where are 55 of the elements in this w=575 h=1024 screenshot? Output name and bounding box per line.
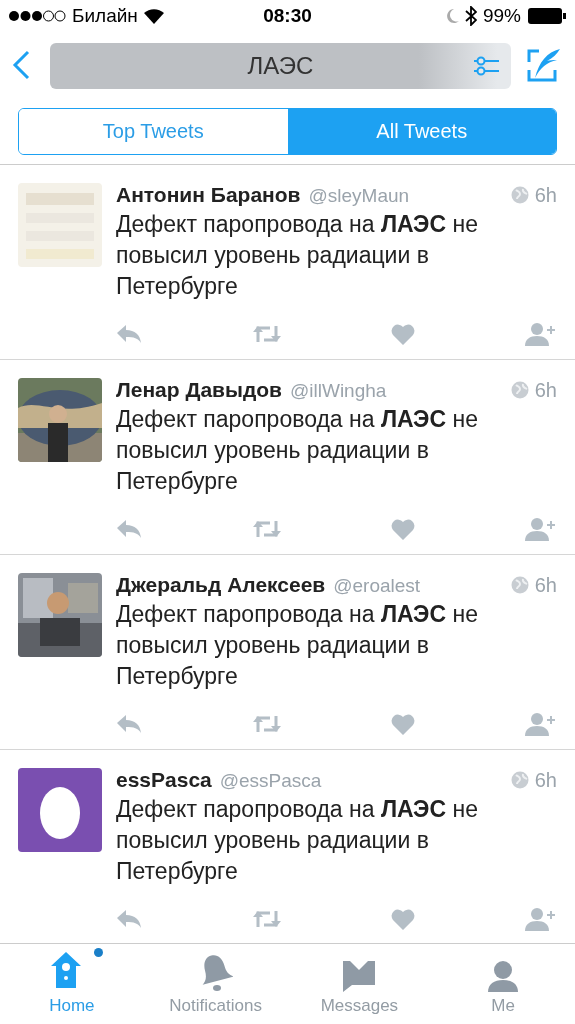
carrier-name: Билайн xyxy=(72,5,138,27)
author-name: essPasca xyxy=(116,768,212,792)
author-handle: @eroalest xyxy=(333,575,422,597)
signal-icon xyxy=(8,10,66,22)
heart-icon[interactable] xyxy=(391,323,416,345)
globe-icon xyxy=(510,186,529,204)
compose-button[interactable] xyxy=(527,47,561,85)
heart-icon[interactable] xyxy=(391,713,416,735)
reply-icon[interactable] xyxy=(116,714,142,734)
retweet-icon[interactable] xyxy=(251,519,282,539)
tweet-text: Дефект паропровода на ЛАЭС не повысил уровень радиации в Петербурге xyxy=(116,210,479,301)
tweet-time: 6h xyxy=(534,573,557,597)
moon-icon xyxy=(445,8,459,24)
filter-icon xyxy=(473,54,499,78)
egg-avatar-icon xyxy=(18,768,102,852)
tab-bar-item[interactable]: Home xyxy=(0,944,144,1022)
wifi-icon xyxy=(143,8,164,24)
follow-icon[interactable] xyxy=(524,712,555,736)
tab[interactable]: All Tweets xyxy=(287,109,556,154)
person-icon xyxy=(487,960,520,992)
author-name: Антонин Баранов xyxy=(116,183,301,207)
heart-icon[interactable] xyxy=(391,518,416,540)
author-handle: @illWingha xyxy=(290,380,388,402)
tab-bar-item[interactable]: Messages xyxy=(287,944,432,1022)
tab-bar-item[interactable]: Notifications xyxy=(143,944,288,1022)
follow-icon[interactable] xyxy=(524,322,555,346)
tweet-text: Дефект паропровода на ЛАЭС не повысил уровень радиации в Петербурге xyxy=(116,405,479,496)
author-handle: @essPasca xyxy=(219,770,323,792)
author-name: Джеральд Алексеев xyxy=(116,573,326,597)
globe-icon xyxy=(510,381,529,399)
tweet-time: 6h xyxy=(534,768,557,792)
tweet-time: 6h xyxy=(534,183,557,207)
globe-icon xyxy=(510,576,529,594)
retweet-icon[interactable] xyxy=(251,324,282,344)
reply-icon[interactable] xyxy=(116,519,142,539)
retweet-icon[interactable] xyxy=(251,909,282,929)
author-name: Ленар Давыдов xyxy=(116,378,282,402)
retweet-icon[interactable] xyxy=(251,714,282,734)
search-field[interactable]: ЛАЭС xyxy=(50,43,511,89)
clock-time: 08:30 xyxy=(263,5,312,27)
tweet-time: 6h xyxy=(534,378,557,402)
heart-icon[interactable] xyxy=(391,908,416,930)
envelope-icon xyxy=(342,960,377,992)
tab-bar-item[interactable]: Me xyxy=(431,944,575,1022)
battery-percent: 99% xyxy=(483,5,521,27)
tweet-text: Дефект паропровода на ЛАЭС не повысил уровень радиации в Петербурге xyxy=(116,600,479,691)
tweet-text: Дефект паропровода на ЛАЭС не повысил уровень радиации в Петербурге xyxy=(116,795,479,886)
follow-icon[interactable] xyxy=(524,907,555,931)
battery-icon xyxy=(527,7,567,25)
globe-icon xyxy=(510,771,529,789)
bluetooth-icon xyxy=(465,6,477,26)
author-handle: @sleyMaun xyxy=(308,185,411,207)
reply-icon[interactable] xyxy=(116,909,142,929)
follow-icon[interactable] xyxy=(524,517,555,541)
reply-icon[interactable] xyxy=(116,324,142,344)
